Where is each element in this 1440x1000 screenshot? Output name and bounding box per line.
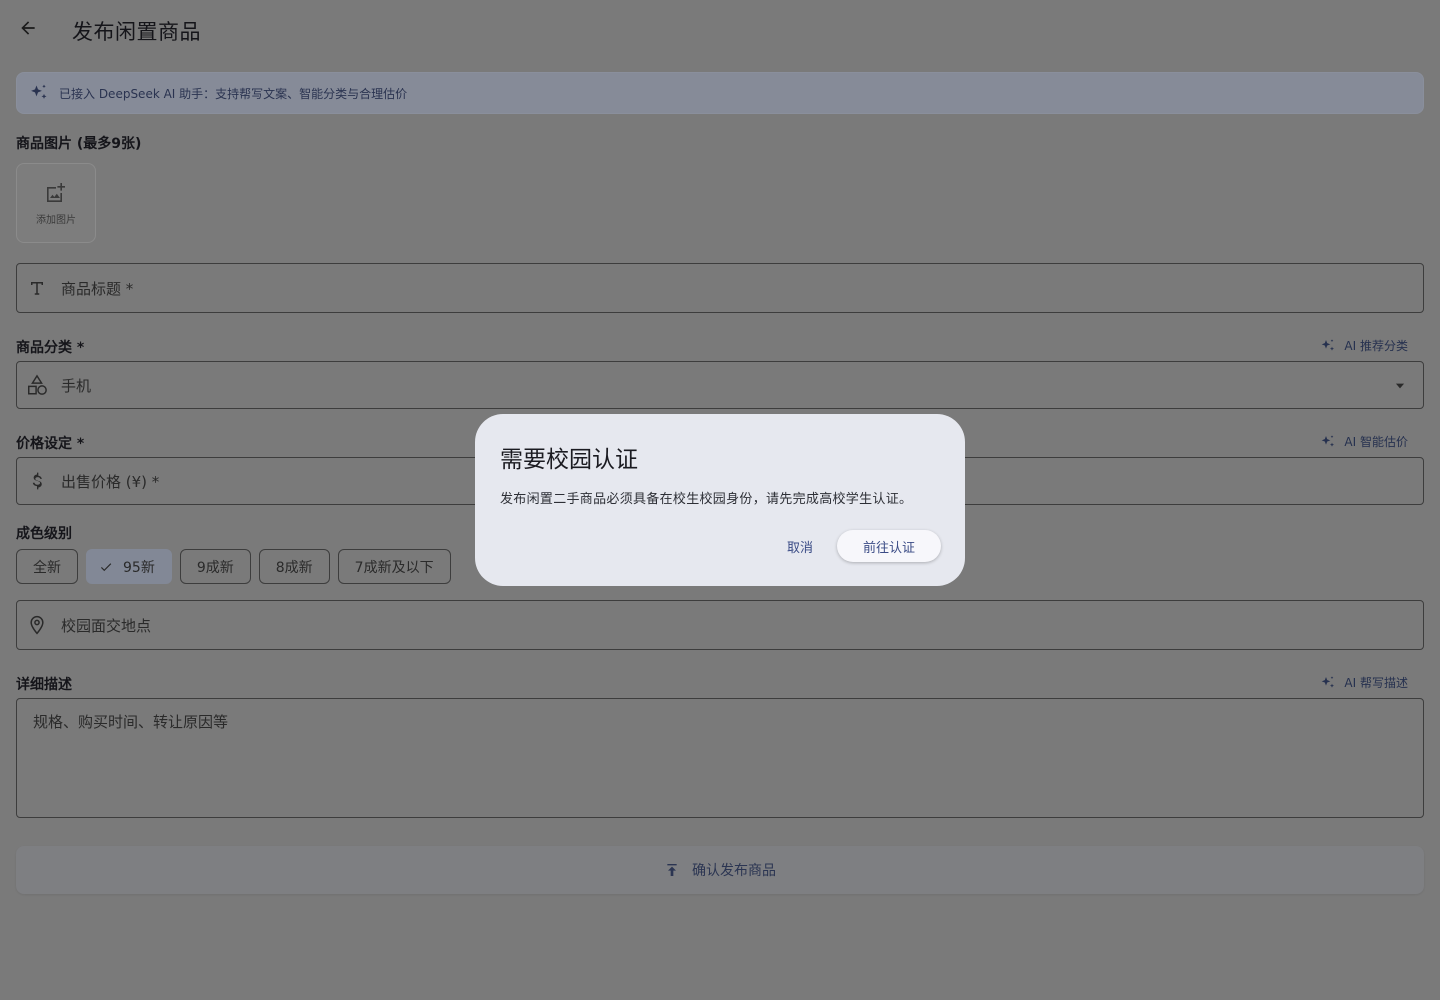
- condition-chip-70-below[interactable]: 7成新及以下: [337, 549, 451, 584]
- condition-chip-80[interactable]: 8成新: [258, 549, 330, 584]
- app-bar: 发布闲置商品: [0, 0, 1440, 60]
- check-icon: [100, 562, 112, 571]
- sparkle-icon: [1322, 338, 1335, 351]
- title-field[interactable]: 商品标题 *: [16, 263, 1424, 313]
- ai-write-description-button[interactable]: AI 帮写描述: [1320, 674, 1408, 691]
- location-placeholder: 校园面交地点: [61, 616, 152, 635]
- price-label: 价格设定 *: [16, 436, 85, 452]
- sparkle-icon: [1322, 675, 1335, 688]
- dialog-message: 发布闲置二手商品必须具备在校生校园身份，请先完成高校学生认证。: [500, 492, 913, 507]
- category-select[interactable]: 手机: [16, 361, 1424, 409]
- back-button[interactable]: [12, 12, 44, 44]
- chip-label: 95新: [123, 559, 155, 576]
- ai-recommend-category-button[interactable]: AI 推荐分类: [1320, 337, 1408, 354]
- condition-chips: 全新 95新 9成新 8成新 7成新及以下: [16, 549, 451, 584]
- sparkle-icon: [1322, 434, 1335, 447]
- category-icon: [28, 374, 47, 395]
- title-field-icon-wrap: [17, 279, 57, 297]
- ai-estimate-price-label: AI 智能估价: [1344, 435, 1408, 449]
- dollar-icon: [32, 472, 42, 490]
- condition-chip-new[interactable]: 全新: [16, 549, 78, 584]
- ai-write-description-label: AI 帮写描述: [1344, 676, 1408, 690]
- chip-label: 9成新: [196, 559, 234, 576]
- location-field[interactable]: 校园面交地点: [16, 600, 1424, 650]
- upload-icon: [667, 864, 677, 876]
- price-placeholder: 出售价格 (¥) *: [61, 472, 160, 491]
- add-photo-icon: [47, 182, 65, 202]
- arrow-back-icon: [21, 21, 35, 35]
- title-field-placeholder: 商品标题 *: [61, 279, 134, 298]
- condition-label: 成色级别: [16, 526, 72, 542]
- chip-label: 8成新: [275, 559, 313, 576]
- location-icon-wrap: [17, 615, 57, 635]
- photos-label: 商品图片 (最多9张): [16, 136, 142, 152]
- dialog-confirm-button[interactable]: 前往认证: [837, 530, 941, 562]
- location-pin-icon: [30, 615, 44, 635]
- description-placeholder: 规格、购买时间、转让原因等: [33, 713, 229, 731]
- dropdown-arrow-icon: [1395, 383, 1405, 389]
- campus-verification-dialog: 需要校园认证 发布闲置二手商品必须具备在校生校园身份，请先完成高校学生认证。 取…: [475, 414, 965, 586]
- text-title-icon: [31, 282, 43, 295]
- add-photo-button[interactable]: 添加图片: [16, 163, 96, 243]
- chip-label: 7成新及以下: [354, 559, 434, 576]
- description-textarea[interactable]: 规格、购买时间、转让原因等: [16, 698, 1424, 818]
- chip-label: 全新: [33, 559, 61, 576]
- sparkle-icon: [31, 84, 47, 99]
- category-label: 商品分类 *: [16, 340, 85, 356]
- category-icon-wrap: [17, 374, 57, 396]
- dialog-title: 需要校园认证: [500, 447, 638, 473]
- submit-label: 确认发布商品: [692, 863, 776, 879]
- ai-banner-text: 已接入 DeepSeek AI 助手：支持帮写文案、智能分类与合理估价: [59, 86, 408, 101]
- dialog-cancel-button[interactable]: 取消: [771, 530, 829, 562]
- add-photo-label: 添加图片: [36, 214, 76, 226]
- category-value: 手机: [61, 376, 92, 395]
- submit-button[interactable]: 确认发布商品: [16, 846, 1424, 894]
- condition-chip-90[interactable]: 9成新: [179, 549, 251, 584]
- price-icon-wrap: [17, 471, 57, 491]
- description-label: 详细描述: [16, 677, 72, 693]
- ai-recommend-category-label: AI 推荐分类: [1344, 339, 1408, 353]
- page-title: 发布闲置商品: [72, 20, 201, 44]
- ai-estimate-price-button[interactable]: AI 智能估价: [1320, 433, 1408, 450]
- ai-assistant-banner: 已接入 DeepSeek AI 助手：支持帮写文案、智能分类与合理估价: [16, 72, 1424, 114]
- condition-chip-95[interactable]: 95新: [86, 549, 172, 584]
